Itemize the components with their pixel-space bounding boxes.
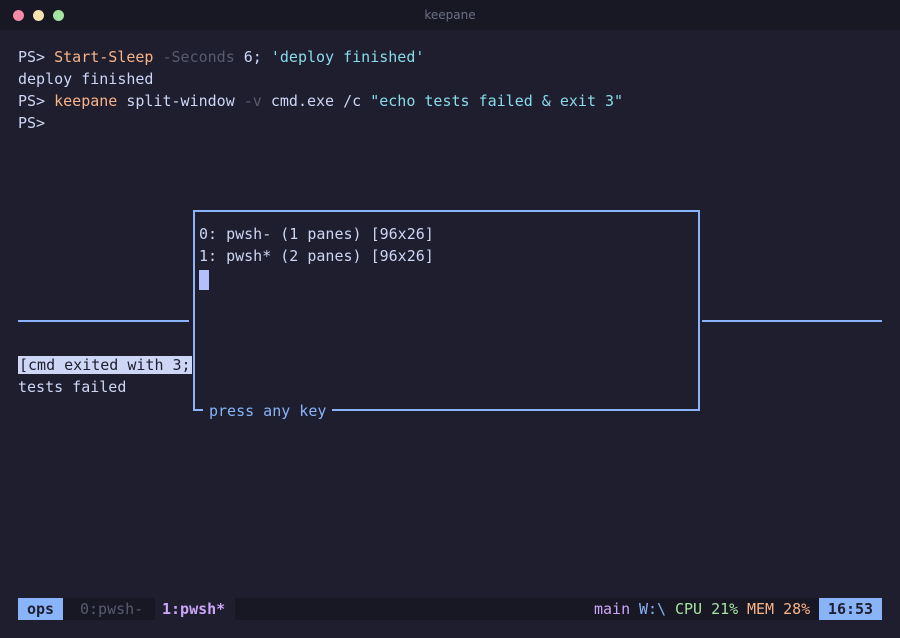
exit-banner: [cmd exited with 3; (18, 356, 192, 374)
window-list-item[interactable]: 1: pwsh* (2 panes) [96x26] (199, 245, 434, 267)
current-path: W:\ (639, 600, 667, 618)
git-branch: main (594, 600, 631, 618)
command: Start-Sleep (54, 48, 154, 66)
terminal-output-line: tests failed (18, 378, 127, 396)
exit-banner-line: [cmd exited with 3; (18, 354, 192, 376)
clock: 16:53 (819, 598, 882, 620)
prompt: PS> (18, 114, 46, 132)
argument: split-window (117, 92, 244, 110)
window-list-popup[interactable]: 0: pwsh- (1 panes) [96x26] 1: pwsh* (2 p… (193, 210, 700, 422)
prompt: PS> (18, 48, 55, 66)
cpu-usage: CPU 21% (675, 600, 739, 618)
argument: cmd.exe /c (261, 92, 371, 110)
memory-usage: MEM 28% (747, 600, 811, 618)
parameter: -Seconds (153, 48, 235, 66)
window-list-item[interactable]: 0: pwsh- (1 panes) [96x26] (199, 223, 434, 245)
terminal-line: PS> keepane split-window -v cmd.exe /c "… (18, 90, 623, 112)
terminal-output-line: deploy finished (18, 70, 154, 88)
argument: 6; (234, 48, 262, 66)
session-name[interactable]: ops (18, 598, 63, 620)
string-literal: "echo tests failed & exit 3" (370, 92, 624, 110)
window-title: keepane (424, 8, 476, 22)
command: keepane (54, 92, 118, 110)
popup-footer: press any key (203, 400, 333, 422)
parameter: -v (243, 92, 262, 110)
status-bar: ops 0:pwsh- 1:pwsh* main W:\ CPU 21% MEM… (18, 598, 882, 620)
pane-divider-right[interactable] (702, 320, 882, 322)
title-bar: keepane (0, 0, 900, 30)
terminal-line: PS> Start-Sleep -Seconds 6; 'deploy fini… (18, 46, 424, 68)
tab-window-0[interactable]: 0:pwsh- (80, 598, 143, 620)
cursor (199, 270, 209, 290)
prompt: PS> (18, 92, 55, 110)
tab-window-1[interactable]: 1:pwsh* (155, 598, 235, 620)
pane-divider-left[interactable] (18, 320, 189, 322)
string-literal: 'deploy finished' (261, 48, 425, 66)
